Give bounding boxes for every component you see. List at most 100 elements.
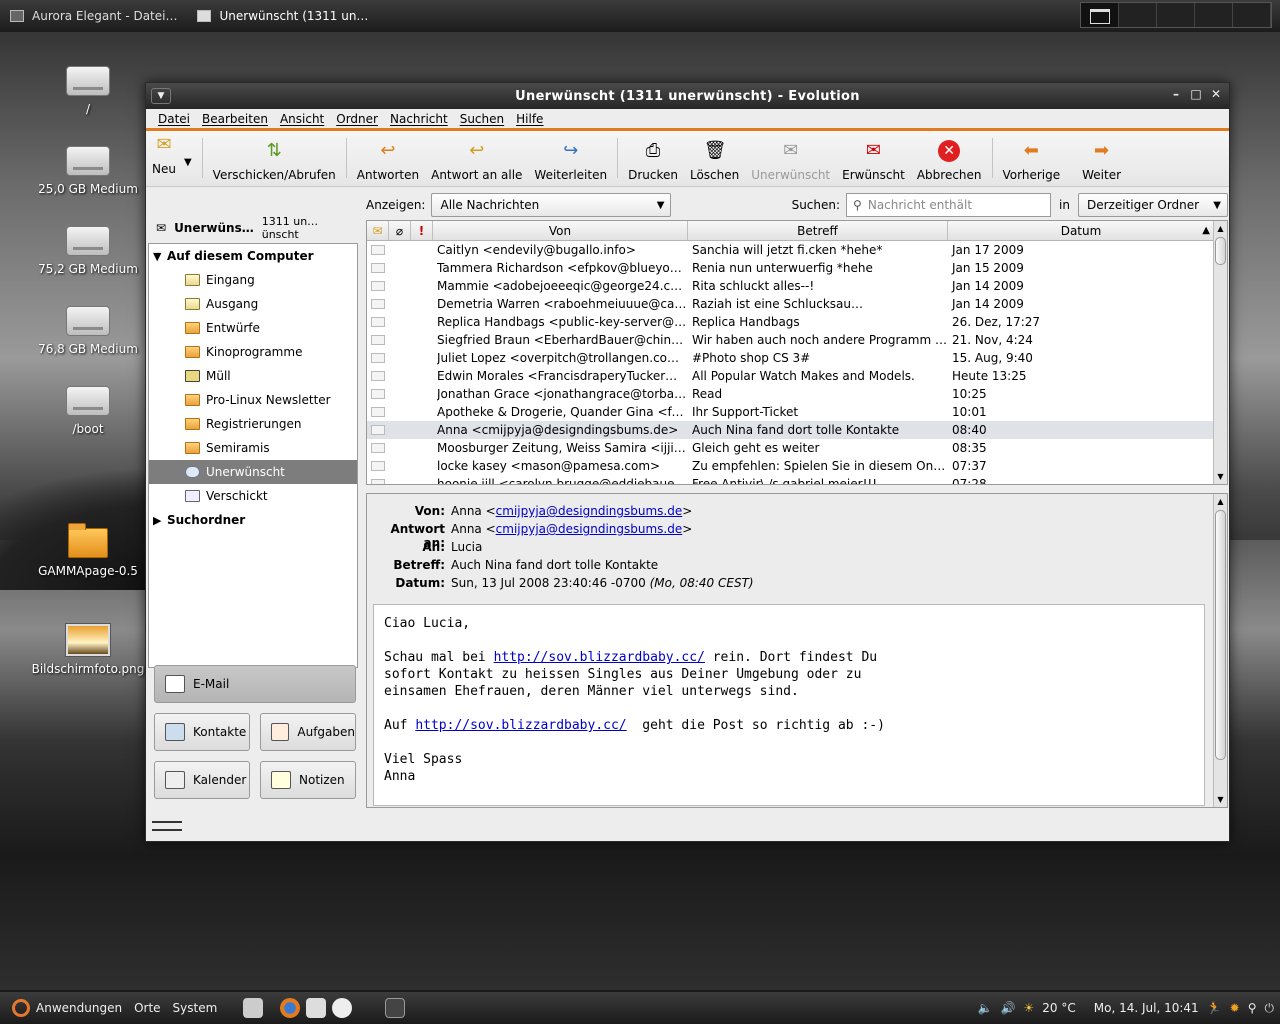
applications-menu[interactable]: Anwendungen: [6, 999, 128, 1017]
message-status-cell[interactable]: [367, 461, 389, 471]
running-man-icon[interactable]: 🏃: [1207, 1001, 1222, 1015]
message-status-cell[interactable]: [367, 371, 389, 381]
speaker-muted-icon[interactable]: 🔈: [978, 1001, 993, 1015]
scroll-down-icon[interactable]: ▼: [1214, 793, 1227, 806]
workspace-5[interactable]: [1233, 3, 1271, 27]
expander-down-icon[interactable]: ▼: [153, 250, 167, 263]
task-aurora[interactable]: Aurora Elegant - Datei…: [0, 2, 187, 30]
shutdown-icon[interactable]: ⏻: [1265, 1001, 1275, 1016]
search-input[interactable]: ⚲ Nachricht enthält: [846, 193, 1052, 217]
folder-entwuerfe[interactable]: Entwürfe: [149, 316, 357, 340]
folder-verschickt[interactable]: Verschickt: [149, 484, 357, 508]
message-row[interactable]: hoonie jill <carolyn.brugge@eddiebauer… F…: [367, 475, 1227, 484]
folder-registrierungen[interactable]: Registrierungen: [149, 412, 357, 436]
message-status-cell[interactable]: [367, 425, 389, 435]
forward-button[interactable]: ↪ Weiterleiten: [528, 134, 613, 182]
workspace-3[interactable]: [1157, 3, 1195, 27]
message-row[interactable]: Moosburger Zeitung, Weiss Samira <ijji… G…: [367, 439, 1227, 457]
menu-nachricht[interactable]: Nachricht: [384, 112, 454, 126]
mail-launcher-icon[interactable]: [306, 998, 327, 1018]
clock[interactable]: Mo, 14. Jul, 10:41: [1094, 1001, 1199, 1015]
calculator-launcher-icon[interactable]: [243, 998, 264, 1018]
from-email-link[interactable]: cmijpyja@designdingsbums.de: [496, 504, 683, 522]
search-scope-select[interactable]: Derzeitiger Ordner: [1078, 193, 1228, 217]
message-row[interactable]: Jonathan Grace <jonathangrace@torba… Read…: [367, 385, 1227, 403]
column-flag[interactable]: !: [411, 221, 433, 240]
message-status-cell[interactable]: [367, 479, 389, 484]
cancel-button[interactable]: ✕ Abbrechen: [911, 134, 988, 182]
connection-status-icon[interactable]: [152, 821, 182, 831]
workspace-4[interactable]: [1195, 3, 1233, 27]
message-status-cell[interactable]: [367, 317, 389, 327]
gear-icon[interactable]: ✹: [1230, 1001, 1240, 1015]
switcher-tasks[interactable]: Aufgaben: [260, 713, 356, 751]
scroll-thumb[interactable]: [1215, 510, 1226, 760]
menu-ordner[interactable]: Ordner: [330, 112, 384, 126]
folder-unerwuenscht[interactable]: Unerwünscht: [149, 460, 357, 484]
speaker-icon[interactable]: 🔊: [1001, 1001, 1016, 1015]
media-launcher-icon[interactable]: [332, 998, 353, 1018]
message-row[interactable]: Apotheke & Drogerie, Quander Gina <fw… Ih…: [367, 403, 1227, 421]
column-from[interactable]: Von: [433, 221, 688, 240]
places-menu[interactable]: Orte: [128, 1001, 166, 1015]
column-subject[interactable]: Betreff: [688, 221, 948, 240]
desktop-icon-screenshot[interactable]: Bildschirmfoto.png: [18, 623, 158, 676]
switcher-mail[interactable]: E-Mail: [154, 665, 356, 703]
message-row[interactable]: Edwin Morales <FrancisdraperyTucker… All …: [367, 367, 1227, 385]
print-button[interactable]: ⎙ Drucken: [622, 134, 684, 182]
message-row[interactable]: Juliet Lopez <overpitch@trollangen.com> #…: [367, 349, 1227, 367]
desktop-icon-gammapage[interactable]: GAMMApage-0.5: [18, 523, 158, 578]
message-status-cell[interactable]: [367, 281, 389, 291]
folder-group-local[interactable]: ▼ Auf diesem Computer: [149, 244, 357, 268]
scroll-up-icon[interactable]: ▲: [1214, 222, 1227, 235]
scroll-down-icon[interactable]: ▼: [1214, 470, 1227, 483]
message-row[interactable]: locke kasey <mason@pamesa.com> Zu empfehl…: [367, 457, 1227, 475]
terminal-launcher-icon[interactable]: [385, 998, 406, 1018]
send-receive-button[interactable]: ⇅ Verschicken/Abrufen: [207, 134, 342, 182]
menu-hilfe[interactable]: Hilfe: [510, 112, 549, 126]
title-bar[interactable]: ▼ Unerwünscht (1311 unerwünscht) - Evolu…: [146, 83, 1229, 109]
junk-button[interactable]: ✉ Unerwünscht: [745, 134, 836, 182]
scroll-thumb[interactable]: [1215, 237, 1226, 265]
switcher-calendar[interactable]: Kalender: [154, 761, 250, 799]
next-button[interactable]: ➡ Weiter: [1076, 134, 1127, 182]
message-row[interactable]: Replica Handbags <public-key-server@… Rep…: [367, 313, 1227, 331]
folder-muell[interactable]: Müll: [149, 364, 357, 388]
body-link-2[interactable]: http://sov.blizzardbaby.cc/: [415, 718, 626, 733]
reply-to-email-link[interactable]: cmijpyja@designdingsbums.de: [496, 522, 683, 540]
menu-bearbeiten[interactable]: Bearbeiten: [196, 112, 274, 126]
scroll-up-icon[interactable]: ▲: [1214, 495, 1227, 508]
folder-kinoprogramme[interactable]: Kinoprogramme: [149, 340, 357, 364]
message-row[interactable]: Siegfried Braun <EberhardBauer@china… Wir…: [367, 331, 1227, 349]
search-icon[interactable]: ⚲: [1248, 1001, 1257, 1015]
delete-button[interactable]: 🗑 Löschen: [684, 134, 745, 182]
new-button[interactable]: ✉ Neu ▼: [146, 134, 198, 182]
expander-right-icon[interactable]: ▶: [153, 514, 167, 527]
minimize-button[interactable]: –: [1169, 87, 1183, 101]
message-status-cell[interactable]: [367, 443, 389, 453]
body-link-1[interactable]: http://sov.blizzardbaby.cc/: [494, 650, 705, 665]
message-status-cell[interactable]: [367, 263, 389, 273]
show-filter-select[interactable]: Alle Nachrichten: [431, 193, 672, 217]
weather-icon[interactable]: ☀: [1024, 1001, 1035, 1015]
message-status-cell[interactable]: [367, 389, 389, 399]
folder-ausgang[interactable]: Ausgang: [149, 292, 357, 316]
workspace-2[interactable]: [1119, 3, 1157, 27]
message-status-cell[interactable]: [367, 245, 389, 255]
switcher-notes[interactable]: Notizen: [260, 761, 356, 799]
message-row[interactable]: Anna <cmijpyja@designdingsbums.de> Auch N…: [367, 421, 1227, 439]
message-status-cell[interactable]: [367, 407, 389, 417]
desktop-icon-root[interactable]: /: [18, 66, 158, 116]
folder-group-search[interactable]: ▶ Suchordner: [149, 508, 357, 532]
desktop-icon-boot[interactable]: /boot: [18, 386, 158, 436]
message-status-cell[interactable]: [367, 299, 389, 309]
close-button[interactable]: ✕: [1209, 87, 1223, 101]
not-junk-button[interactable]: ✉ Erwünscht: [836, 134, 911, 182]
workspace-pager[interactable]: [1080, 2, 1272, 28]
column-date[interactable]: Datum ▲: [948, 221, 1214, 240]
previous-button[interactable]: ⬅ Vorherige: [997, 134, 1067, 182]
message-row[interactable]: Tammera Richardson <efpkov@blueyonder… Re…: [367, 259, 1227, 277]
menu-datei[interactable]: Datei: [152, 112, 196, 126]
new-dropdown-icon[interactable]: ▼: [184, 157, 192, 168]
preview-scrollbar[interactable]: ▲ ▼: [1213, 494, 1227, 807]
